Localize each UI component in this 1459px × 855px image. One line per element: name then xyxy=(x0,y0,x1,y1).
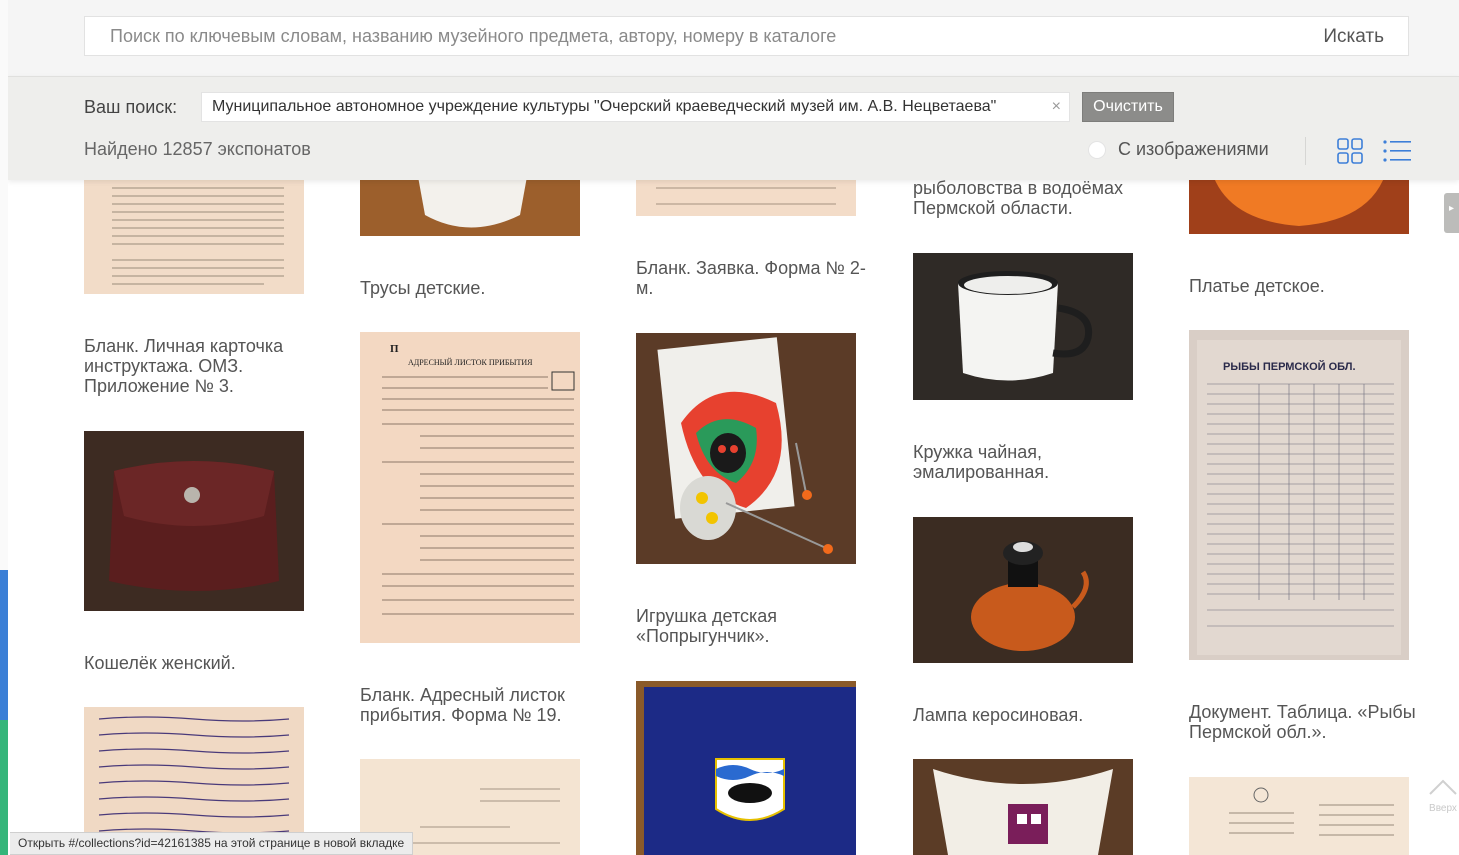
view-divider xyxy=(1305,137,1306,165)
search-box: Искать xyxy=(84,16,1409,56)
card-title[interactable]: Платье детское. xyxy=(1189,276,1419,296)
search-area: Искать xyxy=(8,0,1459,76)
card-title[interactable]: Кружка чайная, эмалированная. xyxy=(913,442,1143,482)
browser-status-bar: Открыть #/collections?id=42161385 на это… xyxy=(10,832,414,855)
booklet-image xyxy=(636,681,856,855)
form19-document-image: П АДРЕСНЫЙ ЛИСТОК ПРИБЫТИЯ xyxy=(382,343,575,615)
card-thumb-kerosene-lamp[interactable] xyxy=(913,517,1133,663)
search-filter-chip: Муниципальное автономное учреждение куль… xyxy=(201,92,1070,122)
side-tab[interactable]: ▸ xyxy=(1444,193,1459,233)
left-accent-blue xyxy=(0,570,8,720)
card-thumb-form19[interactable]: П АДРЕСНЫЙ ЛИСТОК ПРИБЫТИЯ xyxy=(360,332,580,643)
with-images-label: С изображениями xyxy=(1118,139,1269,159)
clear-button[interactable]: Очистить xyxy=(1082,92,1174,122)
with-images-toggle[interactable]: С изображениями xyxy=(1088,139,1269,160)
card-thumb-letter[interactable] xyxy=(1189,777,1409,855)
left-accent-green xyxy=(0,720,8,855)
svg-text:П: П xyxy=(390,343,399,355)
card-thumb-toy[interactable] xyxy=(636,333,856,564)
card-thumb-mug[interactable] xyxy=(913,253,1133,400)
card-title[interactable]: Документ. Таблица. «Рыбы Пермской обл.». xyxy=(1189,702,1419,742)
your-search-label: Ваш поиск: xyxy=(84,97,178,117)
results-count: Найдено 12857 экспонатов xyxy=(84,139,311,159)
card-title[interactable]: Трусы детские. xyxy=(360,278,590,298)
lamp-image xyxy=(913,517,1133,663)
wallet-image xyxy=(84,431,304,611)
back-to-top-label: Вверх xyxy=(1429,803,1457,814)
card-thumb-personal-card[interactable] xyxy=(84,160,304,294)
back-to-top-button[interactable]: Вверх xyxy=(1428,778,1458,818)
close-icon[interactable]: × xyxy=(1052,93,1061,121)
card-title[interactable]: Кошелёк женский. xyxy=(84,653,314,673)
chevron-up-icon xyxy=(1429,779,1457,795)
left-accent-strip xyxy=(0,0,8,855)
card-thumb-blue-booklet[interactable] xyxy=(636,681,856,855)
side-tab-icon: ▸ xyxy=(1449,203,1455,214)
card-title[interactable]: Бланк. Заявка. Форма № 2-м. xyxy=(636,258,866,298)
mug-image xyxy=(913,253,1133,400)
card-thumb-wallet[interactable] xyxy=(84,431,304,611)
card-title[interactable]: рыболовства в водоёмах Пермской области. xyxy=(913,178,1143,218)
list-view-icon[interactable] xyxy=(1383,139,1411,163)
document-image xyxy=(112,187,284,285)
card-thumb-cloth[interactable] xyxy=(913,759,1133,855)
form19-heading: АДРЕСНЫЙ ЛИСТОК ПРИБЫТИЯ xyxy=(408,358,533,367)
card-title[interactable]: Бланк. Адресный листок прибытия. Форма №… xyxy=(360,685,590,725)
card-thumb-fish-table[interactable]: РЫБЫ ПЕРМСКОЙ ОБЛ. xyxy=(1189,330,1409,660)
fish-table-heading: РЫБЫ ПЕРМСКОЙ ОБЛ. xyxy=(1223,360,1356,373)
search-input[interactable] xyxy=(85,17,1335,55)
card-title[interactable]: Бланк. Личная карточка инструктажа. ОМЗ.… xyxy=(84,336,314,396)
cloth-image xyxy=(913,759,1133,855)
filter-bar: Ваш поиск: Муниципальное автономное учре… xyxy=(8,76,1459,180)
search-filter-chip-text: Муниципальное автономное учреждение куль… xyxy=(212,98,997,115)
card-title[interactable]: Лампа керосиновая. xyxy=(913,705,1143,725)
with-images-radio[interactable] xyxy=(1088,140,1106,159)
fish-table-document-image: РЫБЫ ПЕРМСКОЙ ОБЛ. xyxy=(1197,340,1401,655)
toy-image xyxy=(636,333,856,564)
card-title[interactable]: Игрушка детская «Попрыгунчик». xyxy=(636,606,866,646)
search-button[interactable]: Искать xyxy=(1317,17,1390,55)
grid-view-icon[interactable] xyxy=(1337,138,1363,164)
letter-document-image xyxy=(1229,787,1394,836)
